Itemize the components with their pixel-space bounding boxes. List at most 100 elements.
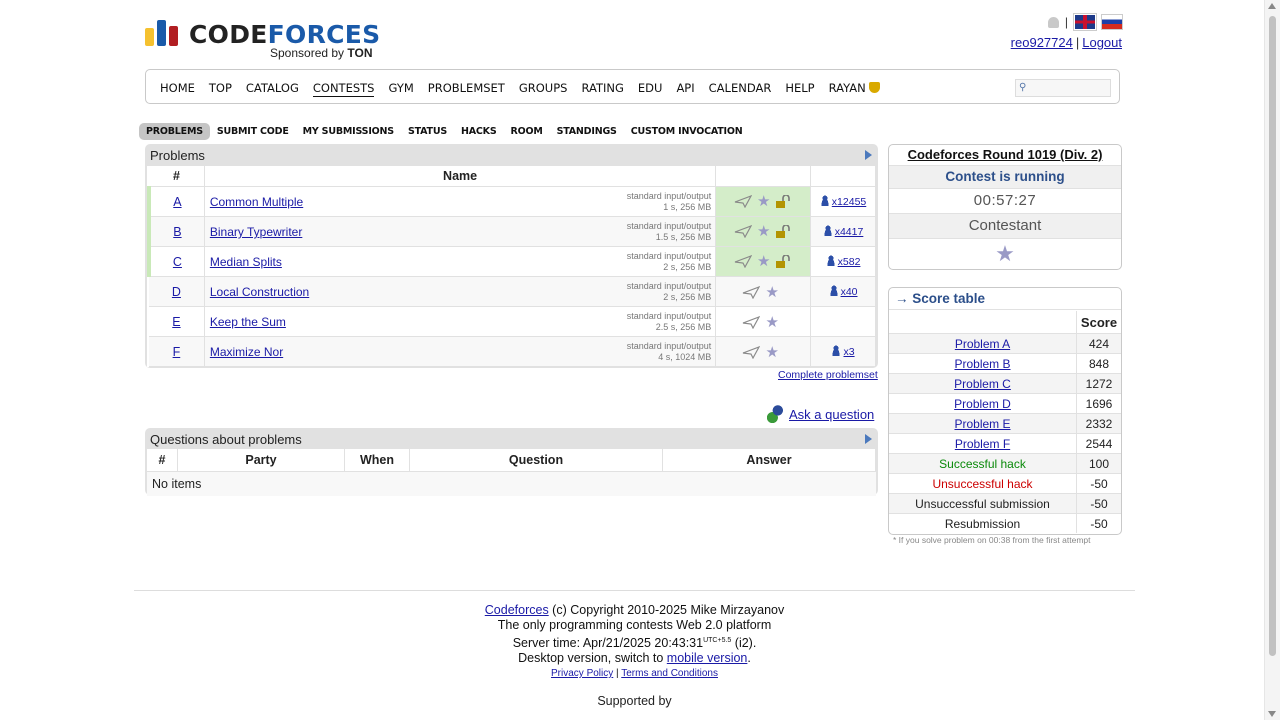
notification-bell-icon[interactable] [1047,16,1059,28]
search-input[interactable]: ⚲ [1015,79,1111,97]
problem-index-link[interactable]: F [173,345,181,359]
problem-name-link[interactable]: Local Construction [210,285,309,299]
score-problem-link[interactable]: Problem B [954,357,1010,371]
menu-top[interactable]: TOP [209,81,232,97]
footer-copyright: (c) Copyright 2010-2025 Mike Mirzayanov [548,603,785,617]
menu-catalog[interactable]: CATALOG [246,81,299,97]
problem-index-link[interactable]: A [173,195,181,209]
problem-row: A Common Multiple standard input/output 1 … [146,186,876,217]
problem-index-link[interactable]: D [172,285,181,299]
codeforces-logo[interactable]: CODEFORCES Sponsored by TON [145,18,385,62]
tab-room[interactable]: ROOM [503,123,549,140]
score-problem-link[interactable]: Problem E [954,417,1010,431]
problem-name-link[interactable]: Median Splits [210,255,282,269]
score-label-unsuccessful-hack: Unsuccessful hack [889,473,1077,494]
col-party: Party [177,449,345,472]
menu-rating[interactable]: RATING [581,81,623,97]
problems-panel: Problems # Name A Common Multiple standar… [145,144,878,368]
expand-arrow-icon[interactable] [865,150,872,160]
col-question: Question [409,449,663,472]
tab-hacks[interactable]: HACKS [454,123,503,140]
contest-name-link[interactable]: Codeforces Round 1019 (Div. 2) [908,147,1103,162]
favorite-star-icon[interactable]: ★ [765,285,778,300]
privacy-policy-link[interactable]: Privacy Policy [551,668,613,679]
favorite-star-icon[interactable]: ★ [889,239,1121,269]
solved-count-link[interactable]: x12455 [832,196,866,208]
contest-status: Contest is running [889,166,1121,189]
menu-api[interactable]: API [676,81,694,97]
score-label-unsuccessful-submission: Unsuccessful submission [889,493,1077,514]
ask-question-link[interactable]: Ask a question [789,407,874,422]
solved-count-link[interactable]: x582 [838,256,861,268]
mobile-version-link[interactable]: mobile version [667,651,748,665]
tab-submit-code[interactable]: SUBMIT CODE [210,123,296,140]
menu-help[interactable]: HELP [785,81,814,97]
score-value: 2332 [1076,413,1121,434]
submit-icon[interactable] [734,225,752,239]
problem-name-link[interactable]: Common Multiple [210,195,303,209]
logout-link[interactable]: Logout [1082,35,1122,50]
scroll-down-icon[interactable] [1268,711,1276,717]
menu-gym[interactable]: GYM [388,81,413,97]
menu-groups[interactable]: GROUPS [519,81,568,97]
score-problem-link[interactable]: Problem A [955,337,1010,351]
tab-standings[interactable]: STANDINGS [550,123,624,140]
solved-count-link[interactable]: x4417 [835,226,864,238]
problem-limits: standard input/output 2.5 s, 256 MB [626,311,712,332]
favorite-star-icon[interactable]: ★ [757,194,770,209]
favorite-star-icon[interactable]: ★ [757,224,770,239]
tab-problems[interactable]: PROBLEMS [139,123,210,140]
russian-flag-icon[interactable] [1102,15,1122,29]
submit-icon[interactable] [742,345,761,359]
score-value: 424 [1076,333,1121,354]
menu-problemset[interactable]: PROBLEMSET [428,81,505,97]
complete-problemset-link[interactable]: Complete problemset [778,369,878,381]
submit-icon[interactable] [742,285,761,299]
score-table-box: → Score table Score Problem A 424 Problem… [888,287,1122,535]
tab-custom-invocation[interactable]: CUSTOM INVOCATION [624,123,750,140]
favorite-star-icon[interactable]: ★ [765,315,778,330]
lock-icon[interactable] [775,254,792,269]
problem-index-link[interactable]: E [172,315,180,329]
tab-status[interactable]: STATUS [401,123,454,140]
page-scrollbar[interactable] [1264,0,1280,720]
english-flag-icon[interactable] [1074,14,1096,30]
menu-rayan[interactable]: RAYAN [829,81,880,97]
ask-question[interactable]: Ask a question [767,405,874,423]
menu-home[interactable]: HOME [160,81,195,97]
menu-edu[interactable]: EDU [638,81,663,97]
footer-codeforces-link[interactable]: Codeforces [485,603,549,617]
menu-contests[interactable]: CONTESTS [312,81,375,97]
score-table-title: → Score table [889,288,1121,310]
problem-index-link[interactable]: C [173,255,182,269]
tab-my-submissions[interactable]: MY SUBMISSIONS [296,123,401,140]
favorite-star-icon[interactable]: ★ [757,254,770,269]
scroll-up-icon[interactable] [1268,3,1276,9]
problem-name-link[interactable]: Keep the Sum [210,315,286,329]
solved-count-link[interactable]: x40 [841,286,858,298]
solved-count-link[interactable]: x3 [843,346,854,358]
lock-icon[interactable] [775,194,792,209]
menu-calendar[interactable]: CALENDAR [709,81,772,97]
score-problem-link[interactable]: Problem D [954,397,1011,411]
submit-icon[interactable] [734,195,752,209]
expand-arrow-icon[interactable] [865,434,872,444]
submit-icon[interactable] [734,255,752,269]
score-problem-link[interactable]: Problem F [955,437,1010,451]
problem-index-link[interactable]: B [173,225,181,239]
score-value: 100 [1076,453,1121,474]
problem-name-link[interactable]: Maximize Nor [210,345,283,359]
problem-name-link[interactable]: Binary Typewriter [210,225,302,239]
username-link[interactable]: reo927724 [1011,35,1073,50]
trophy-icon [868,82,880,93]
problems-title: Problems [150,148,205,163]
scrollbar-thumb[interactable] [1269,16,1276,656]
terms-link[interactable]: Terms and Conditions [621,668,718,679]
favorite-star-icon[interactable]: ★ [765,345,778,360]
score-value: 1696 [1076,393,1121,414]
col-when: When [344,449,410,472]
contest-info-box: Codeforces Round 1019 (Div. 2) Contest i… [888,144,1122,270]
score-problem-link[interactable]: Problem C [954,377,1011,391]
lock-icon[interactable] [775,224,792,239]
submit-icon[interactable] [742,315,761,329]
